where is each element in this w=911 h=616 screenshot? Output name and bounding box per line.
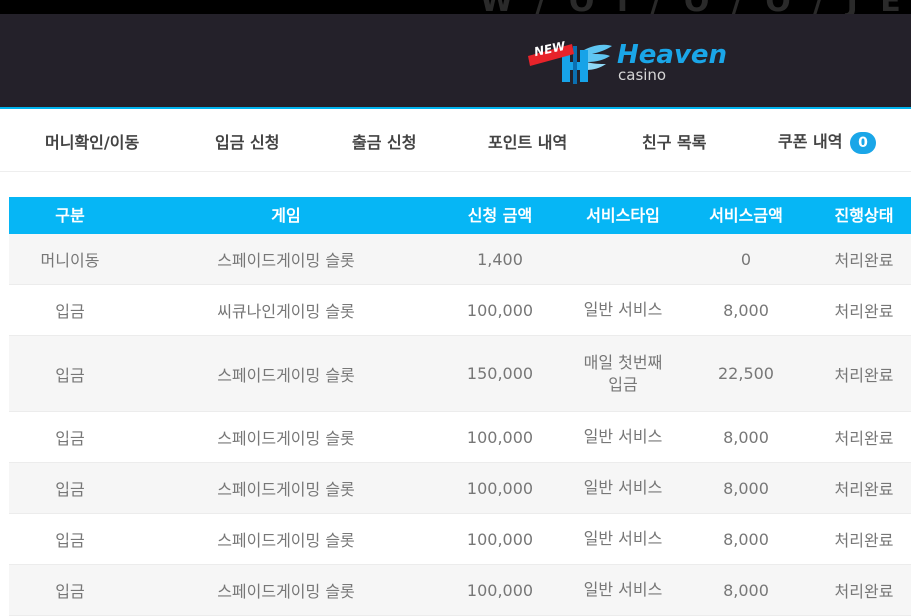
column-header-status: 진행상태 (834, 206, 894, 225)
nav-item-label: 머니확인/이동 (45, 133, 140, 152)
cell-service-amount: 8,000 (723, 300, 769, 320)
cell-status: 처리완료 (834, 531, 894, 550)
column-header-type: 구분 (55, 206, 85, 225)
cell-status: 처리완료 (834, 582, 894, 601)
cell-game: 스페이드게이밍 슬롯 (217, 480, 355, 499)
cell-type: 입금 (55, 582, 85, 601)
cell-type: 머니이동 (40, 251, 100, 270)
cell-request-amount: 100,000 (466, 427, 534, 447)
site-logo[interactable]: NEW Heaven casino (526, 38, 728, 88)
cell-game: 스페이드게이밍 슬롯 (217, 531, 355, 550)
table-row: 입금 스페이드게이밍 슬롯 100,000 일반 서비스 8,000 처리완료 (9, 412, 911, 463)
table-row: 입금 스페이드게이밍 슬롯 100,000 일반 서비스 8,000 처리완료 (9, 463, 911, 514)
cell-type: 입금 (55, 531, 85, 550)
table-row: 입금 스페이드게이밍 슬롯 100,000 일반 서비스 8,000 처리완료 (9, 565, 911, 616)
cell-request-amount: 100,000 (466, 478, 534, 498)
nav-item-point-history[interactable]: 포인트 내역 (488, 129, 567, 153)
coupon-count-badge: 0 (850, 131, 877, 154)
table-body: 머니이동 스페이드게이밍 슬롯 1,400 0 처리완료 입금 씨큐나인게이밍 슬롯 100,… (9, 234, 911, 616)
cell-type: 입금 (55, 365, 85, 385)
cell-type: 입금 (55, 429, 85, 448)
cell-service-amount: 8,000 (723, 529, 769, 549)
cell-service-type: 일반 서비스 (583, 478, 663, 497)
nav-item-label: 포인트 내역 (488, 133, 568, 152)
cell-service-amount: 8,000 (723, 427, 769, 447)
column-header-service-amount: 서비스금액 (709, 206, 783, 225)
cell-service-type: 일반 서비스 (583, 427, 663, 446)
logo-title: Heaven (617, 40, 728, 70)
nav-item-label: 출금 신청 (352, 133, 417, 152)
cell-request-amount: 100,000 (466, 580, 534, 600)
cell-service-amount: 8,000 (723, 478, 769, 498)
cell-service-type: 일반 서비스 (583, 300, 663, 319)
cell-status: 처리완료 (834, 480, 894, 499)
table-row: 입금 씨큐나인게이밍 슬롯 100,000 일반 서비스 8,000 처리완료 (9, 285, 911, 336)
cell-status: 처리완료 (834, 429, 894, 448)
table-row: 입금 스페이드게이밍 슬롯 150,000 매일 첫번째 입금 22,500 처리완료 (9, 336, 911, 412)
cell-service-type (578, 234, 668, 284)
cell-service-type: 일반 서비스 (583, 529, 663, 548)
column-header-service-type: 서비스타입 (586, 206, 660, 225)
cell-game: 스페이드게이밍 슬롯 (217, 251, 355, 270)
cell-request-amount: 150,000 (466, 364, 534, 383)
cell-service-amount: 0 (740, 249, 752, 269)
cell-service-type: 일반 서비스 (583, 580, 663, 599)
cell-game: 씨큐나인게이밍 슬롯 (217, 302, 355, 321)
cell-game: 스페이드게이밍 슬롯 (217, 429, 355, 448)
cell-game: 스페이드게이밍 슬롯 (217, 582, 355, 601)
nav-item-friend-list[interactable]: 친구 목록 (642, 129, 706, 153)
nav-item-deposit-request[interactable]: 입금 신청 (215, 129, 279, 153)
cell-request-amount: 100,000 (466, 529, 534, 549)
nav-item-label: 입금 신청 (215, 133, 280, 152)
cell-request-amount: 100,000 (466, 300, 534, 320)
site-header (0, 14, 911, 107)
nav-item-money-transfer[interactable]: 머니확인/이동 (45, 129, 139, 153)
cell-status: 처리완료 (834, 365, 894, 385)
top-strip-decoration: W / O I / O / O / J E (480, 0, 907, 14)
column-header-game: 게임 (271, 206, 301, 225)
table-row: 입금 스페이드게이밍 슬롯 100,000 일반 서비스 8,000 처리완료 (9, 514, 911, 565)
table-header: 구분 게임 신청 금액 서비스타입 서비스금액 진행상태 (9, 197, 911, 234)
logo-subtitle: casino (618, 66, 667, 84)
cell-service-amount: 8,000 (723, 580, 769, 600)
nav-item-label: 쿠폰 내역 (778, 132, 843, 151)
cell-type: 입금 (55, 480, 85, 499)
transaction-table: 구분 게임 신청 금액 서비스타입 서비스금액 진행상태 머니이동스페이드게이밍… (9, 197, 911, 616)
cell-request-amount: 1,400 (477, 249, 523, 269)
nav-item-label: 친구 목록 (642, 133, 707, 152)
column-header-request-amount: 신청 금액 (467, 206, 533, 225)
cell-status: 처리완료 (834, 251, 894, 270)
top-strip: W / O I / O / O / J E (0, 0, 911, 14)
cell-status: 처리완료 (834, 302, 894, 321)
account-nav: 머니확인/이동 입금 신청 출금 신청 포인트 내역 친구 목록 쿠폰 내역 0 (0, 109, 911, 172)
cell-type: 입금 (55, 302, 85, 321)
cell-service-amount: 22,500 (718, 364, 774, 383)
nav-item-withdraw-request[interactable]: 출금 신청 (352, 129, 416, 153)
cell-service-type: 매일 첫번째 입금 (583, 352, 663, 394)
cell-game: 스페이드게이밍 슬롯 (217, 365, 355, 385)
table-row: 머니이동 스페이드게이밍 슬롯 1,400 0 처리완료 (9, 234, 911, 285)
nav-item-coupon-history[interactable]: 쿠폰 내역 0 (778, 128, 877, 154)
